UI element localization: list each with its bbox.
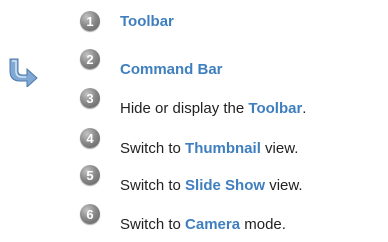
curved-arrow-icon — [6, 57, 40, 89]
number-badge-4: 4 — [80, 128, 100, 148]
description-text: Switch to — [120, 176, 186, 194]
legend-item-5: 5 Switch to Slide Show view. — [80, 165, 303, 194]
description-text: Hide or display the — [120, 99, 249, 117]
legend-description-6: Switch to Camera mode. — [120, 216, 286, 233]
number-badge-6: 6 — [80, 204, 100, 224]
description-keyword: Slide Show — [185, 176, 266, 194]
legend-item-3: 3 Hide or display the Toolbar. — [80, 88, 306, 117]
legend-label-1: Toolbar — [120, 12, 174, 30]
number-badge-3: 3 — [80, 88, 100, 108]
legend-description-4: Switch to Thumbnail view. — [120, 140, 298, 157]
description-text: Switch to — [120, 215, 186, 233]
legend-item-2: 2 Command Bar — [80, 49, 223, 78]
description-keyword: Thumbnail — [185, 139, 261, 157]
number-badge-5: 5 — [80, 165, 100, 185]
description-suffix: . — [302, 99, 307, 117]
description-suffix: view. — [260, 139, 299, 157]
description-text: Switch to — [120, 139, 186, 157]
legend-description-3: Hide or display the Toolbar. — [120, 100, 306, 117]
description-keyword: Toolbar — [248, 99, 303, 117]
description-suffix: view. — [265, 176, 303, 194]
legend-item-6: 6 Switch to Camera mode. — [80, 204, 286, 233]
legend-item-1: 1 Toolbar — [80, 8, 174, 34]
description-suffix: mode. — [240, 215, 286, 233]
legend-item-4: 4 Switch to Thumbnail view. — [80, 128, 298, 157]
number-badge-2: 2 — [80, 49, 100, 69]
description-keyword: Camera — [185, 215, 241, 233]
legend-description-5: Switch to Slide Show view. — [120, 177, 303, 194]
legend-label-2: Command Bar — [120, 60, 223, 78]
number-badge-1: 1 — [80, 11, 100, 31]
